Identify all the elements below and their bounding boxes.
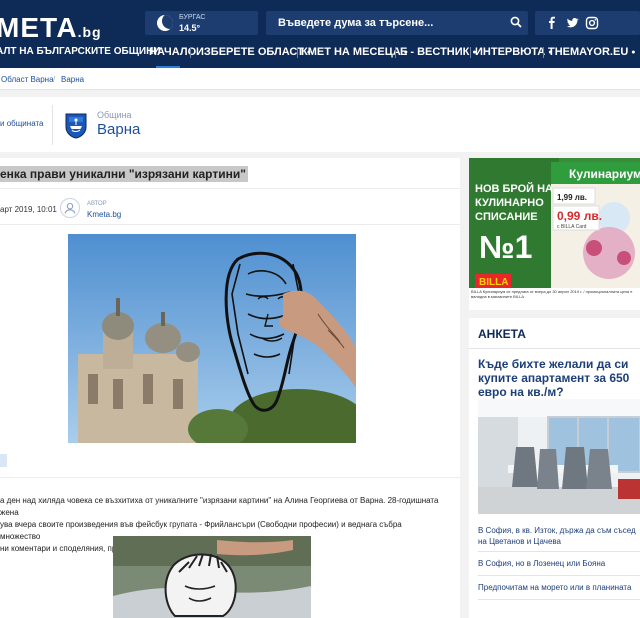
site-logo[interactable]: МЕТА.bg АЛТ НА БЪЛГАРСКИТЕ ОБЩИНИ [0, 12, 161, 57]
logo-text: МЕТА [0, 12, 78, 43]
divider [478, 575, 640, 576]
ad-line2: КУЛИНАРНО [475, 197, 544, 209]
municipality-name: Варна [97, 121, 141, 138]
municipality-bar: и общината Община Варна [0, 97, 640, 152]
poll-option[interactable]: В София, но в Лозенец или Бояна [478, 558, 640, 569]
article-photo-cathedral[interactable] [68, 234, 356, 443]
nav-divider [395, 47, 396, 58]
ad-price-note: с BILLA Card [557, 224, 587, 230]
breadcrumb-region[interactable]: Област Варна [1, 75, 54, 84]
search-input[interactable] [266, 11, 496, 35]
ad-line3: СПИСАНИЕ [475, 211, 538, 223]
tag-marker[interactable] [0, 454, 7, 467]
article-paragraph-line: а ден над хиляда човека се възхитиха от … [0, 496, 439, 517]
search-icon[interactable] [510, 16, 522, 28]
ad-number: №1 [479, 229, 532, 265]
article-photo-fountain[interactable] [113, 536, 311, 618]
ad-line1: НОВ БРОЙ НА [475, 182, 553, 195]
ad-banner[interactable]: Кулинариум 1,99 лв. 0,99 лв. с BILLA Car… [469, 158, 640, 310]
nav-divider [543, 47, 544, 58]
divider [0, 188, 460, 189]
poll-option[interactable]: Предпочитам на морето или в планината [478, 582, 640, 593]
poll-title: АНКЕТА [478, 327, 526, 341]
poll-question: Къде бихте желали да си купите апартамен… [478, 357, 630, 399]
weather-widget[interactable]: БУРГАС 14.5° [145, 11, 258, 35]
divider [0, 224, 460, 225]
breadcrumb: Област Варна / Варна [0, 68, 640, 90]
divider [469, 348, 640, 349]
logo-tld: .bg [77, 24, 102, 40]
ad-brand: BILLA [479, 277, 508, 288]
ad-price-old: 1,99 лв. [557, 193, 587, 202]
divider [0, 477, 460, 478]
nav-choose-region[interactable]: ИЗБЕРЕТЕ ОБЛАСТ ● [196, 46, 311, 58]
poll-image-apartment [478, 399, 640, 514]
nav-themayor[interactable]: THEMAYOR.EU ● [548, 46, 636, 58]
nav-interviews[interactable]: ИНТЕРВЮТА ● [475, 46, 552, 58]
twitter-icon[interactable] [565, 16, 579, 30]
municipality-label: Община [97, 110, 132, 120]
apartment-interior-image [478, 399, 640, 514]
cathedral-paper-cut-image [68, 234, 356, 443]
ad-price-new: 0,99 лв. [557, 209, 602, 223]
author-name[interactable]: Kmeta.bg [87, 210, 121, 219]
divider [478, 551, 640, 552]
main-nav: НАЧАЛО ИЗБЕРЕТЕ ОБЛАСТ ● КМЕТ НА МЕСЕЦА ● … [0, 42, 640, 64]
instagram-icon[interactable] [585, 16, 599, 30]
breadcrumb-separator: / [53, 75, 56, 84]
divider [478, 599, 640, 600]
nav-divider [470, 47, 471, 58]
author-label: АВТОР [87, 201, 107, 207]
billa-kulinarium-ad: Кулинариум 1,99 лв. 0,99 лв. с BILLA Car… [469, 158, 640, 310]
weather-temperature: 14.5° [179, 23, 201, 33]
ad-disclaimer: BILLA Кулинариум се предлага от вчера до… [471, 289, 633, 299]
article-title: енка прави уникални "изрязани картини" [0, 166, 248, 182]
article-date: арт 2019, 10:01 [0, 205, 57, 214]
facebook-icon[interactable] [545, 16, 559, 30]
breadcrumb-city[interactable]: Варна [61, 75, 84, 84]
varna-crest-icon [65, 113, 87, 139]
ad-magazine-name: Кулинариум [569, 167, 640, 181]
nav-mayor-of-month[interactable]: КМЕТ НА МЕСЕЦА ● [301, 46, 408, 58]
nav-divider [190, 47, 191, 58]
search-box [266, 11, 528, 35]
weather-city: БУРГАС [179, 14, 206, 21]
user-icon [60, 198, 80, 218]
moon-icon [157, 15, 173, 31]
nav-divider [297, 47, 298, 58]
dot-caret-icon: ● [631, 48, 636, 56]
article-card: енка прави уникални "изрязани картини" а… [0, 158, 460, 618]
divider [52, 105, 53, 145]
municipality-link[interactable]: и общината [0, 119, 44, 128]
site-header: МЕТА.bg АЛТ НА БЪЛГАРСКИТЕ ОБЩИНИ БУРГАС… [0, 0, 640, 68]
nav-e-newspaper[interactable]: Е - ВЕСТНИК ● [400, 46, 477, 58]
fountain-paper-cut-image [113, 536, 311, 618]
poll-widget: АНКЕТА Къде бихте желали да си купите ап… [469, 318, 640, 618]
social-links [535, 11, 640, 35]
poll-option[interactable]: В София, в кв. Изток, държа да съм съсед… [478, 525, 640, 547]
